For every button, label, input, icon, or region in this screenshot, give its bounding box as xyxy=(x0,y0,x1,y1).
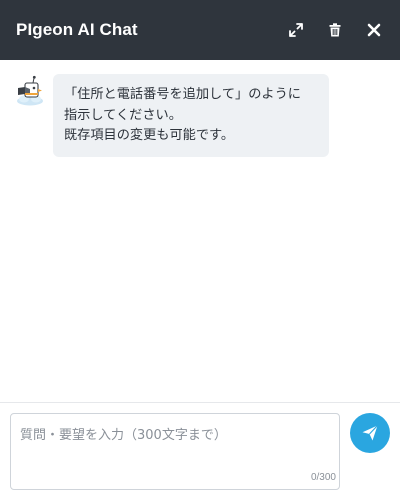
message-list[interactable]: 「住所と電話番号を追加して」のように 指示してください。 既存項目の変更も可能で… xyxy=(0,60,400,402)
close-icon[interactable] xyxy=(364,20,384,40)
chat-header: PIgeon AI Chat xyxy=(0,0,400,60)
pigeon-avatar-icon xyxy=(15,74,45,106)
chat-title: PIgeon AI Chat xyxy=(16,20,138,39)
composer-divider xyxy=(0,402,400,403)
message-input[interactable] xyxy=(11,414,339,489)
expand-icon[interactable] xyxy=(286,20,306,40)
bot-message: 「住所と電話番号を追加して」のように 指示してください。 既存項目の変更も可能で… xyxy=(15,74,329,157)
character-counter: 0/300 xyxy=(310,472,336,483)
send-button[interactable] xyxy=(350,413,390,453)
paper-plane-icon xyxy=(362,425,378,441)
trash-icon[interactable] xyxy=(325,20,345,40)
header-actions xyxy=(286,20,384,40)
bot-message-bubble: 「住所と電話番号を追加して」のように 指示してください。 既存項目の変更も可能で… xyxy=(53,74,329,157)
message-input-box: 0/300 xyxy=(10,413,340,490)
